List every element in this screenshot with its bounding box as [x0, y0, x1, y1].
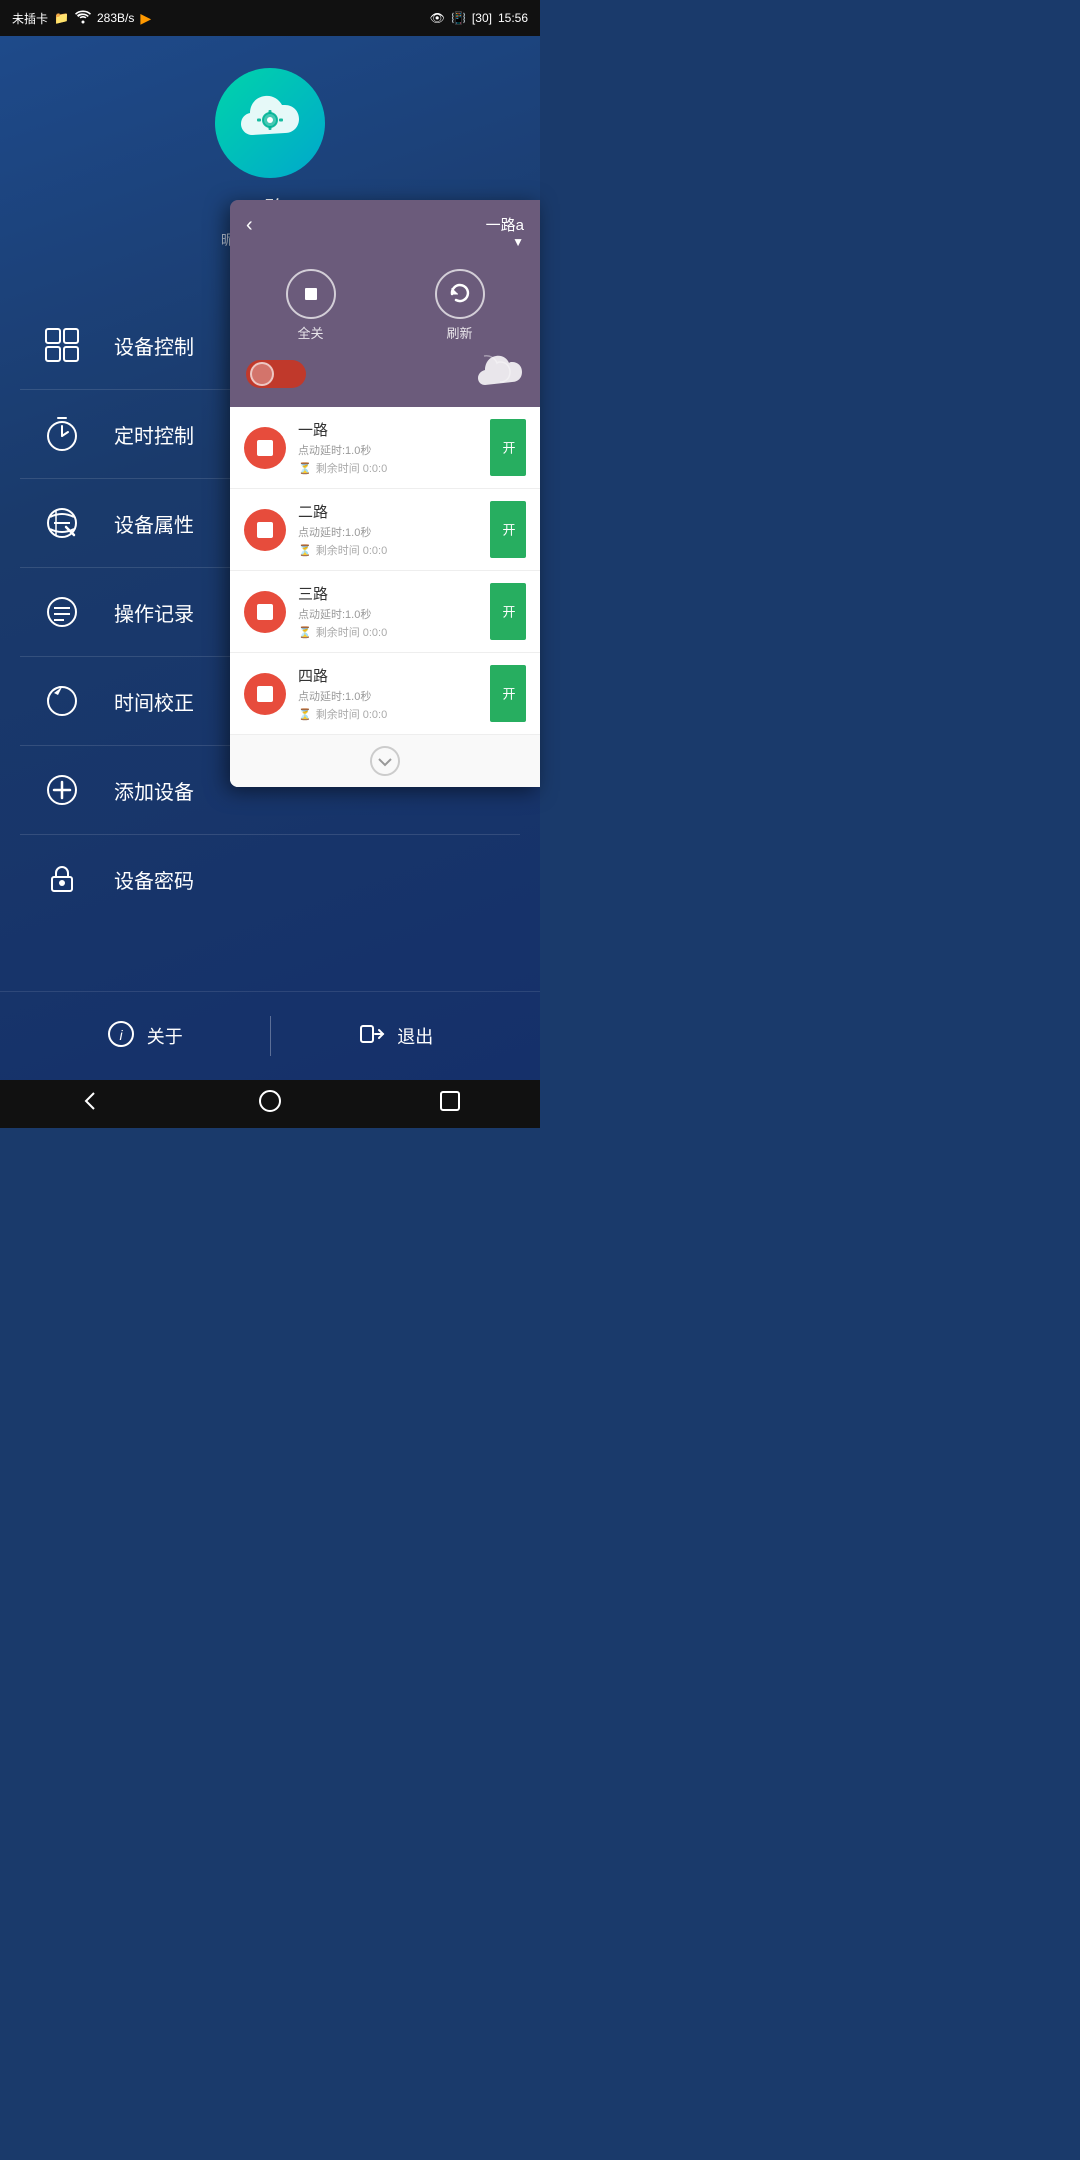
channel-2-on-button[interactable]: 开: [490, 501, 526, 558]
channel-item-3: 三路 点动延时:1.0秒 ⏳ 剩余时间 0:0:0 开: [230, 571, 540, 653]
channel-1-remaining: 剩余时间 0:0:0: [316, 460, 388, 476]
device-control-icon: [40, 323, 84, 367]
channel-4-on-button[interactable]: 开: [490, 665, 526, 722]
about-button[interactable]: i 关于: [20, 1020, 270, 1053]
timer-control-icon: [40, 412, 84, 456]
timer-icon-1: ⏳: [298, 462, 312, 475]
channel-2-timer: ⏳ 剩余时间 0:0:0: [298, 542, 478, 558]
channel-3-on-button[interactable]: 开: [490, 583, 526, 640]
logout-button[interactable]: 退出: [271, 1020, 521, 1053]
about-label: 关于: [147, 1023, 183, 1049]
stream-icon: ▶: [140, 10, 151, 27]
timer-icon-4: ⏳: [298, 708, 312, 721]
vibrate-icon: 📳: [451, 11, 466, 25]
all-off-label: 全关: [297, 323, 323, 342]
channel-2-info: 二路 点动延时:1.0秒 ⏳ 剩余时间 0:0:0: [298, 501, 478, 558]
channel-2-remaining: 剩余时间 0:0:0: [316, 542, 388, 558]
refresh-icon: [435, 269, 485, 319]
menu-label-device-control: 设备控制: [114, 331, 194, 360]
battery-label: [30]: [472, 11, 492, 25]
channel-3-stop-button[interactable]: [244, 591, 286, 633]
about-icon: i: [107, 1020, 135, 1053]
menu-label-device-password: 设备密码: [114, 865, 194, 894]
avatar[interactable]: [215, 68, 325, 178]
channel-4-name: 四路: [298, 665, 478, 686]
channel-3-info: 三路 点动延时:1.0秒 ⏳ 剩余时间 0:0:0: [298, 583, 478, 640]
channel-1-info: 一路 点动延时:1.0秒 ⏳ 剩余时间 0:0:0: [298, 419, 478, 476]
channel-4-delay: 点动延时:1.0秒: [298, 688, 478, 704]
channel-2-stop-button[interactable]: [244, 509, 286, 551]
channel-item-2: 二路 点动延时:1.0秒 ⏳ 剩余时间 0:0:0 开: [230, 489, 540, 571]
channel-2-delay: 点动延时:1.0秒: [298, 524, 478, 540]
status-left: 未插卡 📁 283B/s ▶: [12, 10, 151, 27]
storage-icon: 📁: [54, 11, 69, 25]
channel-1-timer: ⏳ 剩余时间 0:0:0: [298, 460, 478, 476]
menu-item-device-password[interactable]: 设备密码: [20, 835, 520, 923]
bottom-bar: i 关于 退出: [0, 991, 540, 1080]
channel-2-stop-icon: [257, 522, 273, 538]
menu-label-operation-log: 操作记录: [114, 598, 194, 627]
toggle-switch[interactable]: [246, 360, 306, 388]
channel-4-info: 四路 点动延时:1.0秒 ⏳ 剩余时间 0:0:0: [298, 665, 478, 722]
back-nav-button[interactable]: [58, 1081, 122, 1127]
status-right: 👁 📳 [30] 15:56: [430, 11, 528, 25]
channel-3-stop-icon: [257, 604, 273, 620]
eye-icon: 👁: [430, 11, 445, 25]
home-nav-button[interactable]: [238, 1081, 302, 1127]
channel-3-delay: 点动延时:1.0秒: [298, 606, 478, 622]
channel-item-1: 一路 点动延时:1.0秒 ⏳ 剩余时间 0:0:0 开: [230, 407, 540, 489]
channel-item-4: 四路 点动延时:1.0秒 ⏳ 剩余时间 0:0:0 开: [230, 653, 540, 735]
timer-icon-3: ⏳: [298, 626, 312, 639]
status-bar: 未插卡 📁 283B/s ▶ 👁 📳 [30] 15:56: [0, 0, 540, 36]
menu-label-add-device: 添加设备: [114, 776, 194, 805]
cloud-icon: [478, 354, 524, 393]
all-off-button[interactable]: 全关: [286, 269, 336, 342]
nav-bar: [0, 1080, 540, 1128]
channel-3-name: 三路: [298, 583, 478, 604]
operation-log-icon: [40, 590, 84, 634]
more-indicator: [230, 735, 540, 787]
panel-title-chevron-icon[interactable]: ▼: [512, 235, 524, 249]
menu-label-timer-control: 定时控制: [114, 420, 194, 449]
panel-title: 一路a: [486, 214, 524, 235]
channel-4-stop-button[interactable]: [244, 673, 286, 715]
device-properties-icon: [40, 501, 84, 545]
refresh-label: 刷新: [446, 323, 472, 342]
channel-4-remaining: 剩余时间 0:0:0: [316, 706, 388, 722]
menu-label-time-calibration: 时间校正: [114, 687, 194, 716]
channel-2-name: 二路: [298, 501, 478, 522]
channel-1-name: 一路: [298, 419, 478, 440]
panel-back-button[interactable]: ‹: [246, 214, 253, 237]
refresh-button[interactable]: 刷新: [435, 269, 485, 342]
channel-1-delay: 点动延时:1.0秒: [298, 442, 478, 458]
channel-3-timer: ⏳ 剩余时间 0:0:0: [298, 624, 478, 640]
channel-1-stop-icon: [257, 440, 273, 456]
channel-4-timer: ⏳ 剩余时间 0:0:0: [298, 706, 478, 722]
channel-1-on-button[interactable]: 开: [490, 419, 526, 476]
all-off-icon: [286, 269, 336, 319]
device-password-icon: [40, 857, 84, 901]
channel-list: 一路 点动延时:1.0秒 ⏳ 剩余时间 0:0:0 开 二路 点动延时:1.0秒…: [230, 407, 540, 787]
logout-label: 退出: [397, 1023, 433, 1049]
no-sim-label: 未插卡: [12, 10, 48, 27]
recent-nav-button[interactable]: [418, 1081, 482, 1127]
channel-3-remaining: 剩余时间 0:0:0: [316, 624, 388, 640]
panel-toggle-row: [230, 348, 540, 407]
channel-4-stop-icon: [257, 686, 273, 702]
logout-icon: [357, 1020, 385, 1053]
toggle-knob: [250, 362, 274, 386]
overlay-panel: ‹ 一路a ▼ 全关 刷新: [230, 200, 540, 787]
menu-label-device-properties: 设备属性: [114, 509, 194, 538]
wifi-icon: [75, 10, 91, 27]
time-calibration-icon: [40, 679, 84, 723]
channel-1-stop-button[interactable]: [244, 427, 286, 469]
network-speed: 283B/s: [97, 11, 134, 25]
svg-text:i: i: [119, 1027, 123, 1043]
panel-header: ‹ 一路a ▼: [230, 200, 540, 259]
add-device-icon: [40, 768, 84, 812]
panel-controls: 全关 刷新: [230, 259, 540, 348]
panel-title-area: 一路a ▼: [486, 214, 524, 249]
clock-time: 15:56: [498, 11, 528, 25]
timer-icon-2: ⏳: [298, 544, 312, 557]
